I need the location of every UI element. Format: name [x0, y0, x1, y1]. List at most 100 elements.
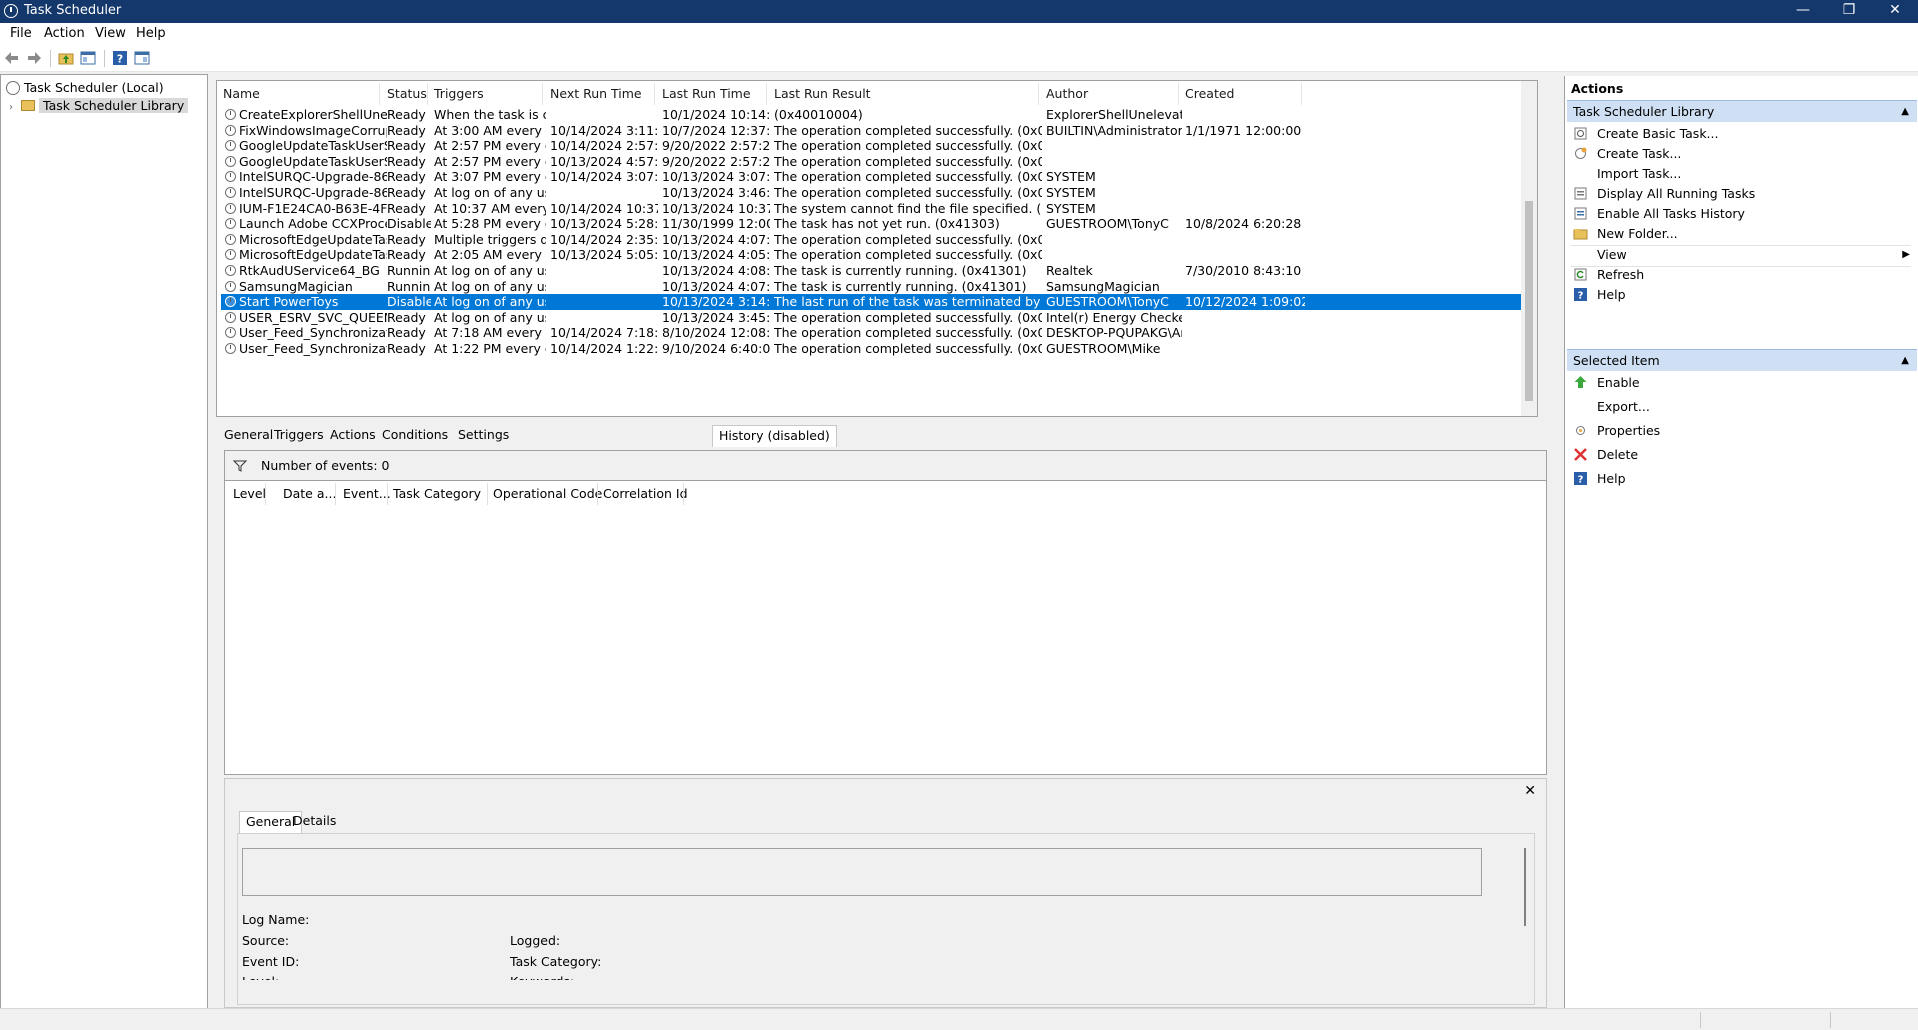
action-import-task[interactable]: Import Task...	[1597, 164, 1681, 184]
task-row[interactable]: Launch Adobe CCXProcessDisabledAt 5:28 P…	[221, 216, 1531, 232]
task-cell-status: Ready	[387, 138, 426, 154]
task-row[interactable]: MicrosoftEdgeUpdateTaskMachi...Ready At 2…	[221, 247, 1531, 263]
collapse-caret-icon[interactable]: ▲	[1901, 350, 1909, 372]
column-header-next-run-time[interactable]: Next Run Time	[550, 85, 642, 103]
task-row[interactable]: Start PowerToys DisabledAt log on of any …	[221, 294, 1531, 311]
menu-view[interactable]: View	[95, 26, 126, 41]
menu-file[interactable]: File	[10, 26, 32, 41]
console-tree: Task Scheduler (Local) › Task Scheduler L…	[0, 74, 208, 1010]
task-row[interactable]: RtkAudUService64_BG RunningAt log on of a…	[221, 263, 1531, 279]
tab-conditions[interactable]: Conditions	[376, 425, 454, 447]
column-header-date[interactable]: Date a...	[283, 485, 336, 503]
back-arrow-icon[interactable]	[4, 50, 20, 66]
forward-arrow-icon[interactable]	[26, 50, 42, 66]
details-tab-details[interactable]: Details	[287, 811, 342, 833]
action-enable[interactable]: Enable	[1597, 373, 1640, 393]
action-help[interactable]: Help	[1597, 469, 1626, 489]
collapse-caret-icon[interactable]: ▲	[1901, 101, 1909, 123]
details-scrollbar[interactable]	[1524, 848, 1526, 926]
task-cell-last-run-result: The operation completed successfully. (0…	[774, 153, 1042, 169]
task-row[interactable]: GoogleUpdateTaskUserS-1-5-21-...Ready At …	[221, 154, 1531, 170]
task-cell-next-run-time: 10/14/2024 3:11:02 AM	[550, 122, 658, 138]
restore-button[interactable]: ❐	[1826, 0, 1872, 23]
task-row[interactable]: IUM-F1E24CA0-B63E-4F13-A9E3...Ready At 10…	[221, 201, 1531, 217]
action-enable-all-tasks-history[interactable]: Enable All Tasks History	[1597, 204, 1745, 224]
tab-actions[interactable]: Actions	[324, 425, 382, 447]
task-cell-next-run-time	[550, 185, 658, 201]
task-cell-last-run-time: 9/20/2022 2:57:22 PM	[662, 138, 770, 154]
events-count: Number of events: 0	[261, 458, 390, 473]
task-list-scrollbar[interactable]	[1521, 81, 1537, 416]
column-header-last-run-time[interactable]: Last Run Time	[662, 85, 751, 103]
show-hide-console-tree-icon[interactable]	[80, 50, 96, 66]
minimize-button[interactable]: —	[1780, 0, 1826, 23]
task-cell-triggers: At log on of any user	[434, 294, 546, 310]
column-header-event[interactable]: Event...	[343, 485, 391, 503]
tab-settings[interactable]: Settings	[452, 425, 515, 447]
tree-item-task-scheduler-library[interactable]: › Task Scheduler Library	[9, 97, 189, 117]
task-cell-last-run-time: 9/20/2022 2:57:22 PM	[662, 153, 770, 169]
new-folder-icon	[1573, 229, 1588, 240]
menu-action[interactable]: Action	[44, 26, 85, 41]
filter-icon[interactable]	[233, 459, 247, 473]
task-clock-icon	[225, 124, 236, 136]
action-help[interactable]: Help	[1597, 285, 1626, 305]
action-create-basic-task[interactable]: Create Basic Task...	[1597, 124, 1718, 144]
task-cell-next-run-time: 10/14/2024 7:18:55 AM	[550, 325, 658, 341]
show-hide-action-pane-icon[interactable]	[134, 50, 150, 66]
event-description-box[interactable]	[242, 848, 1482, 896]
menu-help[interactable]: Help	[136, 26, 166, 41]
submenu-arrow-icon[interactable]: ▶	[1902, 245, 1910, 265]
action-display-all-running-tasks[interactable]: Display All Running Tasks	[1597, 184, 1755, 204]
column-header-triggers[interactable]: Triggers	[434, 85, 484, 103]
task-row[interactable]: IntelSURQC-Upgrade-86621605-...Ready At 3…	[221, 169, 1531, 185]
section-selected-item[interactable]: Selected Item ▲	[1567, 349, 1917, 371]
task-row[interactable]: User_Feed_Synchronization-{CF...Ready At …	[221, 341, 1531, 357]
task-row[interactable]: USER_ESRV_SVC_QUEENCREEKReady At log on o…	[221, 310, 1531, 326]
task-cell-author	[1046, 154, 1182, 170]
task-scheduler-clock-icon	[4, 4, 18, 18]
column-header-level[interactable]: Level	[233, 485, 266, 503]
section-task-scheduler-library[interactable]: Task Scheduler Library ▲	[1567, 100, 1917, 122]
close-details-button[interactable]: ✕	[1524, 783, 1536, 799]
action-create-task[interactable]: Create Task...	[1597, 144, 1681, 164]
task-row[interactable]: GoogleUpdateTaskUserS-1-5-21-...Ready At …	[221, 138, 1531, 154]
up-folder-icon[interactable]	[58, 50, 74, 66]
tree-item-label: Task Scheduler (Local)	[24, 80, 164, 95]
action-view[interactable]: View	[1597, 245, 1627, 265]
task-clock-icon	[225, 280, 236, 292]
scrollbar-thumb[interactable]	[1525, 201, 1533, 401]
tab-history[interactable]: History (disabled)	[712, 425, 837, 447]
help-icon[interactable]: ?	[112, 50, 128, 66]
task-cell-last-run-time: 10/13/2024 3:46:18 PM	[662, 185, 770, 200]
task-cell-last-run-time: 10/13/2024 4:07:52 PM	[662, 278, 770, 294]
task-cell-last-run-result: The operation completed successfully. (0…	[774, 325, 1042, 341]
tree-item-task-scheduler-local[interactable]: Task Scheduler (Local)	[6, 79, 164, 97]
column-header-created[interactable]: Created	[1185, 85, 1234, 103]
task-clock-icon	[225, 171, 236, 183]
tab-triggers[interactable]: Triggers	[268, 425, 330, 447]
column-header-name[interactable]: Name	[223, 85, 260, 103]
column-header-status[interactable]: Status	[387, 85, 427, 103]
svg-text:?: ?	[117, 53, 123, 66]
action-new-folder[interactable]: New Folder...	[1597, 224, 1678, 244]
task-row[interactable]: FixWindowsImageCorruption_DI...Ready At 3…	[221, 123, 1531, 139]
task-row[interactable]: SamsungMagician RunningAt log on of any u…	[221, 279, 1531, 295]
column-header-correlation-id[interactable]: Correlation Id	[603, 485, 688, 503]
column-header-last-run-result[interactable]: Last Run Result	[774, 85, 871, 103]
task-row[interactable]: CreateExplorerShellUnelevatedT...Ready Wh…	[221, 107, 1531, 123]
column-header-task-category[interactable]: Task Category	[393, 485, 481, 503]
column-header-operational-code[interactable]: Operational Code	[493, 485, 602, 503]
close-button[interactable]: ✕	[1872, 0, 1918, 23]
task-row[interactable]: User_Feed_Synchronization-{692...Ready At…	[221, 325, 1531, 341]
action-delete[interactable]: Delete	[1597, 445, 1638, 465]
task-cell-status: Ready	[387, 231, 426, 247]
action-export[interactable]: Export...	[1597, 397, 1650, 417]
action-properties[interactable]: Properties	[1597, 421, 1660, 441]
task-row[interactable]: IntelSURQC-Upgrade-86621605-...Ready At l…	[221, 185, 1531, 201]
chevron-right-icon[interactable]: ›	[9, 99, 17, 117]
column-header-author[interactable]: Author	[1046, 85, 1088, 103]
task-row[interactable]: MicrosoftEdgeUpdateTaskMachi...Ready Mult…	[221, 232, 1531, 248]
action-refresh[interactable]: Refresh	[1597, 265, 1644, 285]
task-cell-last-run-result: The operation completed successfully. (0…	[774, 169, 1042, 185]
